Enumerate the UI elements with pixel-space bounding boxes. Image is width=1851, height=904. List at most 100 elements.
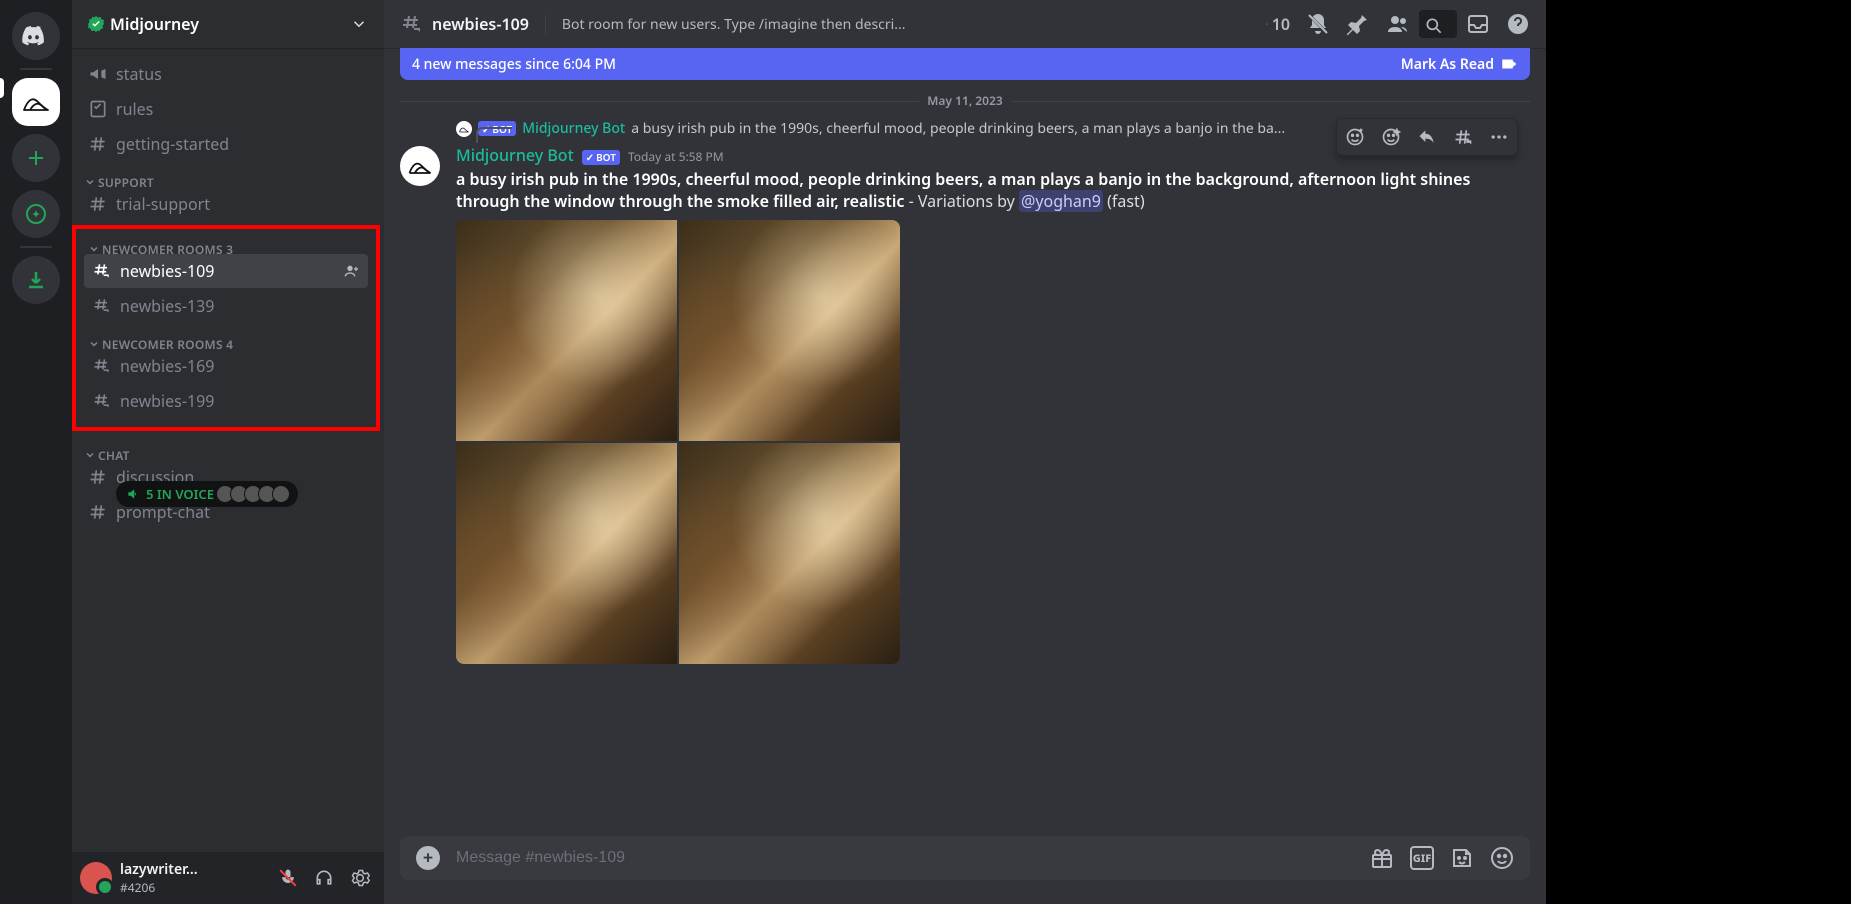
messages-scroller[interactable]: 4 new messages since 6:04 PM Mark As Rea… [384,48,1546,836]
hash-icon [88,134,108,154]
mark-read-icon [1500,55,1518,73]
server-name: Midjourney [110,13,199,35]
chevron-down-icon [350,15,368,33]
channel-status[interactable]: status [80,57,372,91]
speaker-icon [126,487,140,501]
attach-button[interactable]: + [416,846,440,870]
channel-newbies-169[interactable]: newbies-169 [84,349,368,383]
chat-channel-name: newbies-109 [432,13,529,35]
emoji-button[interactable] [1490,846,1514,870]
channel-prompt-chat[interactable]: prompt-chat 5 IN VOICE [80,495,372,529]
chat-topic[interactable]: Bot room for new users. Type /imagine th… [545,15,1258,34]
verified-icon [88,16,104,32]
message-input[interactable] [456,849,1354,867]
image-cell[interactable] [456,443,677,664]
channel-list[interactable]: status rules getting-started SUPPORT tri… [72,48,384,852]
channel-rules[interactable]: rules [80,92,372,126]
active-server-pill [0,78,4,98]
channel-label: newbies-109 [120,260,336,282]
message-author[interactable]: Midjourney Bot [456,144,574,166]
category-chat[interactable]: CHAT [80,435,380,459]
member-list-button[interactable] [1386,12,1410,36]
image-cell[interactable] [679,443,900,664]
help-button[interactable] [1506,12,1530,36]
user-name: lazywriter... [120,860,264,879]
hash-icon [88,467,108,487]
thread-hash-icon [92,296,112,316]
channel-label: newbies-199 [120,390,360,412]
channel-newbies-109[interactable]: newbies-109 [84,254,368,288]
rules-icon [88,99,108,119]
message-content: a busy irish pub in the 1990s, cheerful … [456,168,1498,212]
user-discriminator: #4206 [120,879,264,896]
chat-header: newbies-109 Bot room for new users. Type… [384,0,1546,48]
user-panel: lazywriter... #4206 [72,852,384,904]
gif-button[interactable]: GIF [1410,846,1434,870]
thread-hash-icon [92,391,112,411]
image-attachment-grid[interactable] [456,220,900,664]
channel-sidebar: Midjourney status rules getting-started … [72,0,384,904]
hash-icon [88,194,108,214]
channel-label: getting-started [116,133,364,155]
gift-button[interactable] [1370,846,1394,870]
pinned-messages-button[interactable] [1346,12,1370,36]
bot-badge: ✓ BOT [582,150,620,165]
message-avatar[interactable] [400,146,440,186]
rail-divider-2 [20,246,52,248]
chat-main: newbies-109 Bot room for new users. Type… [384,0,1546,904]
reply-button[interactable] [1409,119,1445,155]
thread-hash-icon [400,12,424,36]
search-icon [1424,16,1444,36]
channel-getting-started[interactable]: getting-started [80,127,372,161]
blank-region [1546,0,1851,904]
user-info[interactable]: lazywriter... #4206 [120,860,264,896]
download-apps-button[interactable] [12,256,60,304]
channel-label: newbies-169 [120,355,360,377]
add-server-button[interactable] [12,134,60,182]
settings-button[interactable] [344,862,376,894]
server-header[interactable]: Midjourney [72,0,384,48]
super-reaction-button[interactable] [1373,119,1409,155]
message-timestamp: Today at 5:58 PM [628,148,724,165]
hash-icon [88,502,108,522]
reply-ref-text: a busy irish pub in the 1990s, cheerful … [631,119,1285,138]
deafen-button[interactable] [308,862,340,894]
tutorial-highlight-box: NEWCOMER ROOMS 3 newbies-109 newbies-139… [72,225,380,431]
mark-as-read-button[interactable]: Mark As Read [1401,55,1518,74]
image-cell[interactable] [679,220,900,441]
category-newcomer-3[interactable]: NEWCOMER ROOMS 3 [84,229,376,253]
date-divider: May 11, 2023 [400,92,1530,109]
sticker-button[interactable] [1450,846,1474,870]
user-avatar[interactable] [80,862,112,894]
voice-count-pill[interactable]: 5 IN VOICE [116,481,298,507]
image-cell[interactable] [456,220,677,441]
category-support[interactable]: SUPPORT [80,162,380,186]
category-newcomer-4[interactable]: NEWCOMER ROOMS 4 [84,324,376,348]
notification-settings-button[interactable] [1306,12,1330,36]
server-midjourney[interactable] [12,78,60,126]
more-button[interactable] [1481,119,1517,155]
thread-hash-icon [92,356,112,376]
message: Midjourney Bot ✓ BOT Today at 5:58 PM a … [384,142,1546,666]
server-rail [0,0,72,904]
channel-trial-support[interactable]: trial-support [80,187,372,221]
channel-newbies-139[interactable]: newbies-139 [84,289,368,323]
create-invite-icon[interactable] [344,263,360,279]
reply-ref-avatar [456,121,472,137]
threads-button[interactable]: 10 [1266,12,1290,36]
channel-label: rules [116,98,364,120]
voice-avatars [220,485,290,503]
new-messages-bar[interactable]: 4 new messages since 6:04 PM Mark As Rea… [400,48,1530,80]
message-actions-toolbar [1336,118,1518,156]
explore-button[interactable] [12,190,60,238]
channel-newbies-199[interactable]: newbies-199 [84,384,368,418]
mute-button[interactable] [272,862,304,894]
add-reaction-button[interactable] [1337,119,1373,155]
dm-home-button[interactable] [12,12,60,60]
inbox-button[interactable] [1466,12,1490,36]
threads-count: 10 [1272,13,1290,35]
channel-label: newbies-139 [120,295,360,317]
user-mention[interactable]: @yoghan9 [1019,190,1103,212]
channel-label: trial-support [116,193,364,215]
create-thread-button[interactable] [1445,119,1481,155]
